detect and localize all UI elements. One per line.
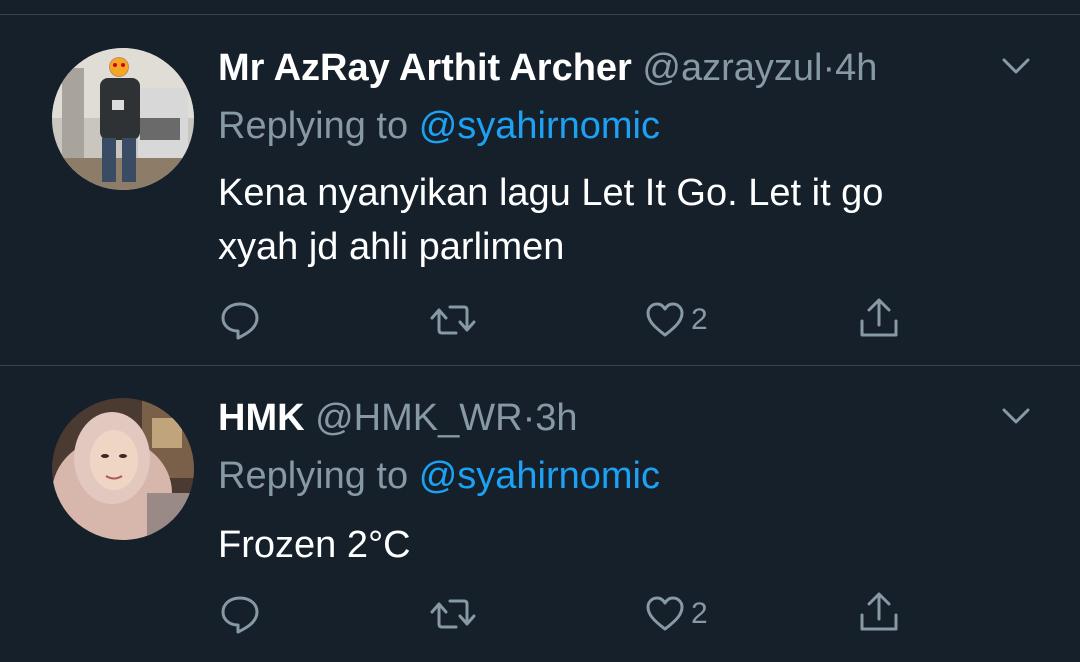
reply-button[interactable]: [218, 592, 262, 636]
replying-to: Replying to @syahirnomic: [218, 454, 660, 498]
like-icon: [645, 592, 685, 636]
replying-to-label: Replying to: [218, 455, 409, 497]
share-icon: [858, 589, 900, 635]
tweet[interactable]: HMK @HMK_WR·3h Replying to @syahirnomic …: [0, 0, 1080, 662]
like-count: 2: [691, 597, 708, 630]
like-button[interactable]: 2: [645, 592, 708, 636]
user-handle[interactable]: @HMK_WR: [315, 397, 522, 439]
tweet-text: Frozen 2°C: [218, 518, 978, 572]
timestamp[interactable]: 3h: [535, 397, 577, 439]
tweet-text-line: Frozen 2°C: [218, 524, 411, 566]
retweet-button[interactable]: [428, 592, 478, 636]
chevron-down-icon[interactable]: [998, 398, 1034, 434]
mention-link[interactable]: @syahirnomic: [419, 455, 660, 497]
tweet-feed: Mr AzRay Arthit Archer @azrayzul·4h Repl…: [0, 0, 1080, 662]
share-button[interactable]: [858, 590, 900, 634]
avatar[interactable]: [52, 398, 194, 540]
tweet-header: HMK @HMK_WR·3h: [218, 396, 578, 440]
retweet-icon: [428, 592, 478, 636]
separator-dot: ·: [522, 397, 536, 439]
reply-icon: [218, 592, 262, 636]
display-name[interactable]: HMK: [218, 397, 305, 439]
